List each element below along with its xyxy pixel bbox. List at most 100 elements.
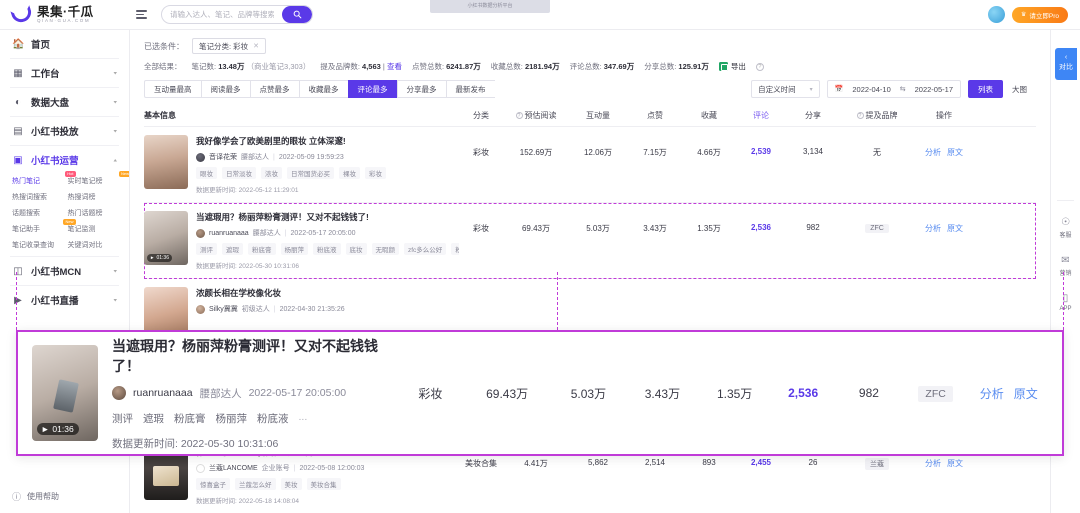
tag[interactable]: 粉霜 <box>451 243 459 255</box>
sort-tab-likes[interactable]: 点赞最多 <box>249 80 299 98</box>
submenu-item-note-monitor[interactable]: 笔记监测 <box>68 224 120 234</box>
sidebar-item-dashboard[interactable]: ◐ 数据大盘 ▾ <box>0 88 129 116</box>
note-title[interactable]: 浓颜长相在学校像化妆 <box>196 287 459 299</box>
tag[interactable]: 粉底液 <box>313 243 341 255</box>
callout-tag[interactable]: 遮瑕 <box>143 411 164 426</box>
author-avatar[interactable] <box>196 152 205 162</box>
avatar[interactable] <box>987 6 1005 23</box>
table-row[interactable]: 我好像学会了欧美剧里的眼妆 立体深邃! 音译花荣 腰部达人 | 2022-05-… <box>144 127 1036 203</box>
sort-tab-reads[interactable]: 阅读最多 <box>200 80 250 98</box>
date-preset-select[interactable]: 自定义时间 ▾ <box>751 80 820 98</box>
tag[interactable]: 美妆 <box>280 478 302 490</box>
sort-tab-interaction[interactable]: 互动量最高 <box>144 80 201 98</box>
submenu-item-keyword-rank[interactable]: 热搜词榜 <box>68 192 120 202</box>
table-row[interactable]: ► 01:36 当遮瑕用？杨丽萍粉膏测评！又对不起钱钱了! ruanruanaa… <box>144 203 1036 279</box>
tag[interactable]: 兰蔻怎么好 <box>235 478 276 490</box>
submenu-item-keyword-search[interactable]: 热搜词搜索 <box>12 192 64 202</box>
submenu-item-topic-rank[interactable]: 热门话题榜 <box>68 208 120 218</box>
callout-author-avatar[interactable] <box>112 386 127 400</box>
view-brands-link[interactable]: 查看 <box>387 62 402 71</box>
author-avatar[interactable] <box>196 463 205 473</box>
upgrade-pro-button[interactable]: ♛ 请立即Pro <box>1011 6 1068 23</box>
tag[interactable]: 遮瑕 <box>222 243 243 255</box>
brand-chip[interactable]: 兰蔻 <box>865 458 889 470</box>
tag[interactable]: 彩妆 <box>365 167 386 179</box>
global-search[interactable] <box>161 5 313 24</box>
callout-brand-chip[interactable]: ZFC <box>918 386 953 402</box>
logo[interactable]: 果集·千瓜 QIAN·GUA.COM <box>0 5 130 24</box>
sidebar-item-workbench[interactable]: ▦ 工作台 ▾ <box>0 59 129 87</box>
search-input[interactable] <box>162 6 282 23</box>
note-thumbnail[interactable]: ► 01:36 <box>144 211 188 265</box>
callout-analyze-link[interactable]: 分析 <box>980 385 1004 402</box>
tag[interactable]: 底妆 <box>345 243 367 255</box>
view-grid-button[interactable]: 大图 <box>1003 80 1036 98</box>
sidebar-collapse-icon[interactable] <box>136 10 147 19</box>
callout-tag-more[interactable]: ... <box>299 411 308 426</box>
filter-chip-category[interactable]: 笔记分类: 彩妆 ✕ <box>192 38 267 54</box>
compare-drawer-toggle[interactable]: ‹ 对比 <box>1055 48 1077 80</box>
tag[interactable]: 杨丽萍 <box>280 243 308 255</box>
sidebar-item-delivery[interactable]: ▤ 小红书投放 ▾ <box>0 117 129 145</box>
sort-tab-shares[interactable]: 分享最多 <box>396 80 446 98</box>
sidebar-item-mcn[interactable]: ◫ 小红书MCN ▾ <box>0 257 129 285</box>
submenu-item-realtime-notes[interactable]: 实时笔记榜 New <box>68 171 129 186</box>
author-name[interactable]: 兰蔻LANCOME <box>209 463 258 473</box>
submenu-item-note-assistant[interactable]: 笔记助手 New <box>12 219 76 234</box>
callout-note-title[interactable]: 当遮瑕用？杨丽萍粉膏测评！又对不起钱钱了！ <box>112 336 397 376</box>
tag[interactable]: 美妆合集 <box>306 478 341 490</box>
author-name[interactable]: 音译花荣 <box>209 152 237 162</box>
note-title[interactable]: 我好像学会了欧美剧里的眼妆 立体深邃! <box>196 135 459 147</box>
callout-author-name[interactable]: ruanruanaaa <box>133 387 193 399</box>
submenu-item-keyword-compare[interactable]: 关键词对比 <box>68 240 120 250</box>
export-button[interactable]: 导出 <box>718 61 746 72</box>
tag[interactable]: 日常国货必买 <box>287 167 334 179</box>
author-name[interactable]: ruanruanaaa <box>209 230 249 237</box>
callout-tag[interactable]: 粉底液 <box>257 411 289 426</box>
submenu-item-note-index-query[interactable]: 笔记收录查询 <box>12 240 64 250</box>
analyze-link[interactable]: 分析 <box>925 147 941 158</box>
submenu-item-topic-search[interactable]: 话题搜索 <box>12 208 64 218</box>
source-link[interactable]: 原文 <box>947 147 963 158</box>
tag[interactable]: 日常淡妆 <box>222 167 256 179</box>
view-list-button[interactable]: 列表 <box>968 80 1003 98</box>
brand-chip[interactable]: ZFC <box>865 224 889 233</box>
author-avatar[interactable] <box>196 304 205 314</box>
callout-thumbnail[interactable]: ► 01:36 <box>32 345 99 441</box>
tag[interactable]: 惊喜盒子 <box>196 478 230 490</box>
source-link[interactable]: 原文 <box>947 458 963 469</box>
sort-tab-comments[interactable]: 评论最多 <box>347 80 397 98</box>
note-title[interactable]: 当遮瑕用？杨丽萍粉膏测评！又对不起钱钱了! <box>196 211 459 223</box>
callout-tag[interactable]: 杨丽萍 <box>216 411 248 426</box>
tag[interactable]: 浓妆 <box>261 167 282 179</box>
analyze-link[interactable]: 分析 <box>925 458 941 469</box>
tag[interactable]: zfc多么公好 <box>404 243 447 255</box>
rail-item-marketing[interactable]: ✉ 营销 <box>1051 255 1080 277</box>
callout-source-link[interactable]: 原文 <box>1014 385 1038 402</box>
tag[interactable]: 裸妆 <box>339 167 360 179</box>
analyze-link[interactable]: 分析 <box>925 223 941 234</box>
sidebar-item-operation[interactable]: ▣ 小红书运营 ▴ <box>0 146 129 174</box>
sort-tab-collects[interactable]: 收藏最多 <box>298 80 348 98</box>
tag[interactable]: 测评 <box>196 243 217 255</box>
tag[interactable]: 无暇颜 <box>371 243 399 255</box>
callout-tag[interactable]: 测评 <box>112 411 133 426</box>
submenu-item-hot-notes[interactable]: 热门笔记 Hot <box>12 171 76 186</box>
date-range-picker[interactable]: 📅 2022-04-10 ⇆ 2022-05-17 <box>826 80 961 98</box>
rail-item-support[interactable]: ☉ 客服 <box>1051 217 1080 239</box>
author-avatar[interactable] <box>196 228 205 238</box>
search-button[interactable] <box>282 6 312 23</box>
note-thumbnail[interactable] <box>144 135 188 189</box>
question-icon[interactable]: ? <box>755 62 764 71</box>
callout-tag[interactable]: 粉底膏 <box>174 411 206 426</box>
close-icon[interactable]: ✕ <box>253 42 259 50</box>
source-link[interactable]: 原文 <box>947 223 963 234</box>
sidebar-item-live[interactable]: ▶ 小红书直播 ▾ <box>0 286 129 314</box>
author-name[interactable]: Silky冀冀 <box>209 304 238 314</box>
tag[interactable]: 眼妆 <box>196 167 217 179</box>
tag[interactable]: 粉底膏 <box>248 243 276 255</box>
sidebar-help[interactable]: ⓘ 使用帮助 <box>0 490 129 503</box>
rail-item-app[interactable]: ▯ APP <box>1051 293 1080 312</box>
header-comments[interactable]: 评论 <box>735 110 787 121</box>
sort-tab-latest[interactable]: 最新发布 <box>445 80 495 98</box>
